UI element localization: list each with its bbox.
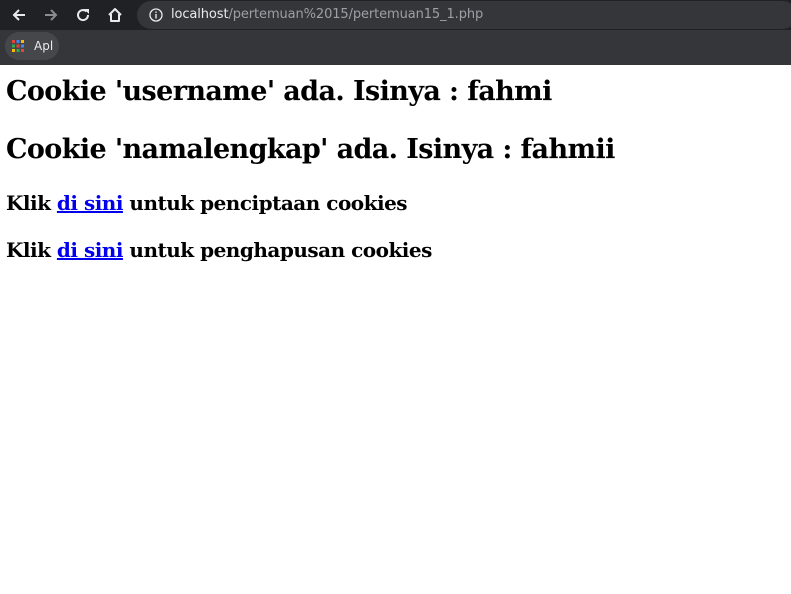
address-bar[interactable]: localhost/pertemuan%2015/pertemuan15_1.p… bbox=[137, 1, 791, 29]
apps-label: Apl bbox=[34, 39, 54, 53]
page-content: Cookie 'username' ada. Isinya : fahmi Co… bbox=[0, 65, 791, 594]
forward-button[interactable] bbox=[38, 2, 64, 28]
arrow-left-icon bbox=[12, 9, 25, 21]
create-prefix: Klik bbox=[6, 191, 57, 215]
delete-cookies-link[interactable]: di sini bbox=[57, 238, 124, 262]
reload-icon bbox=[77, 9, 90, 22]
cookie-username-heading: Cookie 'username' ada. Isinya : fahmi bbox=[6, 76, 552, 107]
url-text[interactable]: localhost/pertemuan%2015/pertemuan15_1.p… bbox=[171, 6, 483, 24]
back-button[interactable] bbox=[6, 2, 32, 28]
delete-prefix: Klik bbox=[6, 238, 57, 262]
browser-toolbar: localhost/pertemuan%2015/pertemuan15_1.p… bbox=[0, 0, 791, 30]
apps-grid-icon bbox=[12, 40, 24, 52]
url-path: /pertemuan%2015/pertemuan15_1.php bbox=[228, 7, 484, 22]
create-cookies-line: Klik di sini untuk penciptaan cookies bbox=[6, 190, 408, 216]
info-icon[interactable] bbox=[149, 8, 163, 22]
create-cookies-link[interactable]: di sini bbox=[57, 191, 124, 215]
create-suffix: untuk penciptaan cookies bbox=[122, 191, 408, 215]
home-button[interactable] bbox=[102, 2, 128, 28]
arrow-right-icon bbox=[45, 9, 58, 21]
home-icon bbox=[108, 8, 122, 22]
delete-cookies-line: Klik di sini untuk penghapusan cookies bbox=[6, 237, 432, 263]
url-host: localhost bbox=[171, 7, 229, 22]
cookie-namalengkap-heading: Cookie 'namalengkap' ada. Isinya : fahmi… bbox=[6, 134, 615, 165]
bookmarks-bar: Apl bbox=[0, 30, 791, 65]
reload-button[interactable] bbox=[70, 2, 96, 28]
apps-bookmark[interactable]: Apl bbox=[5, 32, 59, 60]
delete-suffix: untuk penghapusan cookies bbox=[122, 238, 432, 262]
